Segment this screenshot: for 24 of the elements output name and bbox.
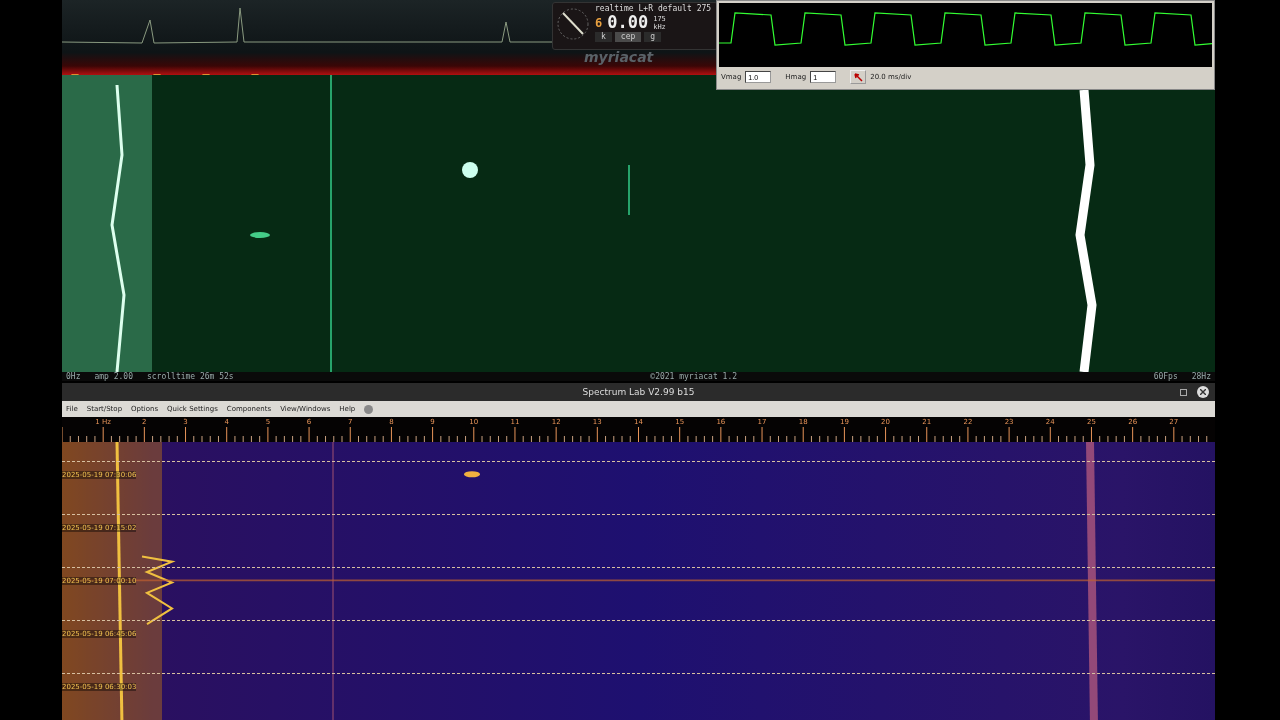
logo-text: myriacat xyxy=(584,49,654,65)
status-text: 28Hz xyxy=(1191,372,1211,381)
digit-readout: 6 xyxy=(595,15,603,30)
frequency-readout: 0.00 xyxy=(607,14,649,31)
status-text: scrolltime 26m 52s xyxy=(147,372,234,381)
cursor-button[interactable] xyxy=(850,70,867,84)
status-text: 0Hz xyxy=(66,372,81,381)
display-tab[interactable]: g xyxy=(644,32,662,42)
display-tab[interactable]: cep xyxy=(614,32,642,42)
copyright-text: ©2021 myriacat 1.2 xyxy=(650,372,737,381)
dial-gauge-icon xyxy=(555,6,591,42)
maximize-button[interactable] xyxy=(1180,388,1187,396)
window-title: Spectrum Lab V2.99 b15 xyxy=(582,387,695,397)
status-text: amp 2.00 xyxy=(94,372,133,381)
preset-label: default xyxy=(658,4,692,13)
close-icon xyxy=(1200,389,1206,395)
display-tab[interactable]: k xyxy=(595,32,612,42)
circle-icon[interactable] xyxy=(364,404,374,414)
channel-label: L+R xyxy=(638,4,653,13)
status-text: 60Fps xyxy=(1153,372,1178,381)
mode-label: realtime xyxy=(595,4,634,13)
top-value: 275 xyxy=(696,4,712,13)
cursor-arrow-icon xyxy=(853,72,863,82)
close-button[interactable] xyxy=(1197,386,1209,398)
